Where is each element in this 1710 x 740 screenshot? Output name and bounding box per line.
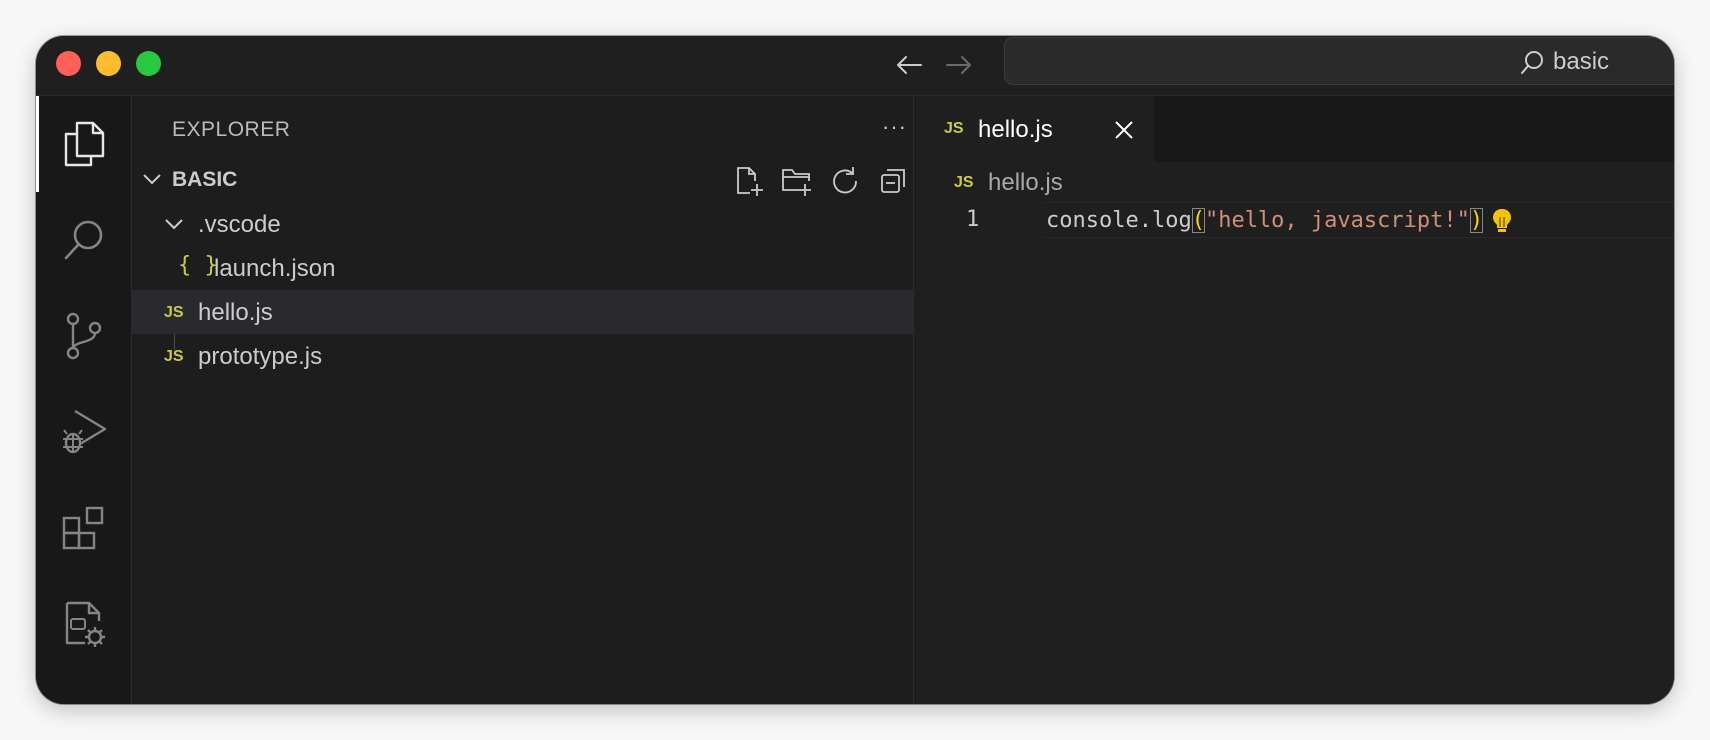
bracket-close: )	[1469, 208, 1484, 233]
breadcrumb-file[interactable]: hello.js	[988, 169, 1063, 197]
js-file-icon: JS	[164, 348, 184, 365]
breadcrumb: JS hello.js	[914, 162, 1674, 202]
files-icon	[64, 121, 105, 167]
json-file-icon: { }	[178, 253, 218, 278]
new-folder-icon	[782, 169, 811, 196]
string-literal: "hello, javascript!"	[1204, 208, 1470, 233]
tree-item-label: hello.js	[198, 299, 273, 326]
chevron-down-icon	[165, 219, 183, 230]
command-center-label: basic	[1553, 48, 1610, 75]
js-file-icon: JS	[944, 120, 964, 137]
editor-area: JS hello.js JS hello.js 1 console.log("h…	[914, 96, 1674, 704]
arrow-right-icon	[946, 56, 971, 74]
tree-item-label: prototype.js	[198, 343, 323, 370]
go-forward-button[interactable]	[942, 48, 976, 82]
lightbulb-icon[interactable]	[1491, 207, 1513, 235]
more-actions-button[interactable]: ···	[882, 114, 907, 140]
refresh-icon	[833, 167, 857, 194]
tree-item-file[interactable]: { } launch.json	[132, 246, 914, 290]
code-text[interactable]: console.log("hello, javascript!")	[1046, 207, 1513, 235]
vscode-window: basic EXPLORER ··· BASIC .vscode {} lau…	[36, 36, 1674, 704]
collapse-folders-button[interactable]	[876, 164, 910, 198]
arrow-left-icon	[897, 56, 922, 74]
close-window-button[interactable]	[56, 51, 81, 76]
activity-bar	[36, 96, 132, 704]
folder-actions	[732, 164, 910, 198]
close-icon[interactable]	[1112, 118, 1136, 142]
tab-bar: JS hello.js	[914, 96, 1674, 162]
activity-source-control[interactable]	[36, 288, 132, 384]
code-line[interactable]: 1 console.log("hello, javascript!")	[914, 202, 1674, 238]
command-center-search[interactable]: basic	[1004, 37, 1674, 85]
new-file-button[interactable]	[732, 164, 766, 198]
source-control-icon	[66, 312, 102, 360]
refresh-explorer-button[interactable]	[828, 164, 862, 198]
new-file-icon	[737, 167, 763, 196]
explorer-sidebar: EXPLORER ··· BASIC .vscode {} launch.js…	[132, 96, 914, 704]
activity-extensions[interactable]	[36, 480, 132, 576]
title-bar: basic	[36, 36, 1674, 96]
tree-item-label: .vscode	[198, 211, 281, 238]
maximize-window-button[interactable]	[136, 51, 161, 76]
remote-explorer-icon	[65, 601, 105, 647]
go-back-button[interactable]	[892, 48, 926, 82]
line-number: 1	[966, 207, 980, 232]
run-debug-icon	[63, 409, 107, 454]
tree-item-file[interactable]: JS prototype.js	[132, 334, 914, 378]
tree-item-file-selected[interactable]: JS hello.js	[132, 290, 914, 334]
activity-run-and-debug[interactable]	[36, 384, 132, 480]
tab-hello-js[interactable]: JS hello.js	[914, 96, 1154, 162]
new-folder-button[interactable]	[780, 164, 814, 198]
activity-search[interactable]	[36, 192, 132, 288]
js-file-icon: JS	[954, 174, 974, 191]
search-icon	[64, 220, 103, 260]
folder-name: BASIC	[172, 168, 238, 191]
search-icon	[1521, 51, 1543, 74]
tree-item-folder[interactable]: .vscode	[132, 202, 914, 246]
collapse-all-icon	[881, 169, 905, 193]
code-identifier: console.log	[1046, 208, 1192, 233]
chevron-down-icon	[143, 174, 161, 185]
js-file-icon: JS	[164, 304, 184, 321]
activity-explorer[interactable]	[36, 96, 132, 192]
tab-label: hello.js	[978, 116, 1053, 143]
activity-remote-explorer[interactable]	[36, 576, 132, 672]
extensions-icon	[62, 506, 104, 550]
minimize-window-button[interactable]	[96, 51, 121, 76]
tree-item-label: launch.json	[214, 255, 336, 282]
bracket-open: (	[1191, 208, 1205, 233]
folder-header-basic[interactable]: BASIC	[132, 160, 914, 200]
explorer-header: EXPLORER	[172, 118, 291, 141]
